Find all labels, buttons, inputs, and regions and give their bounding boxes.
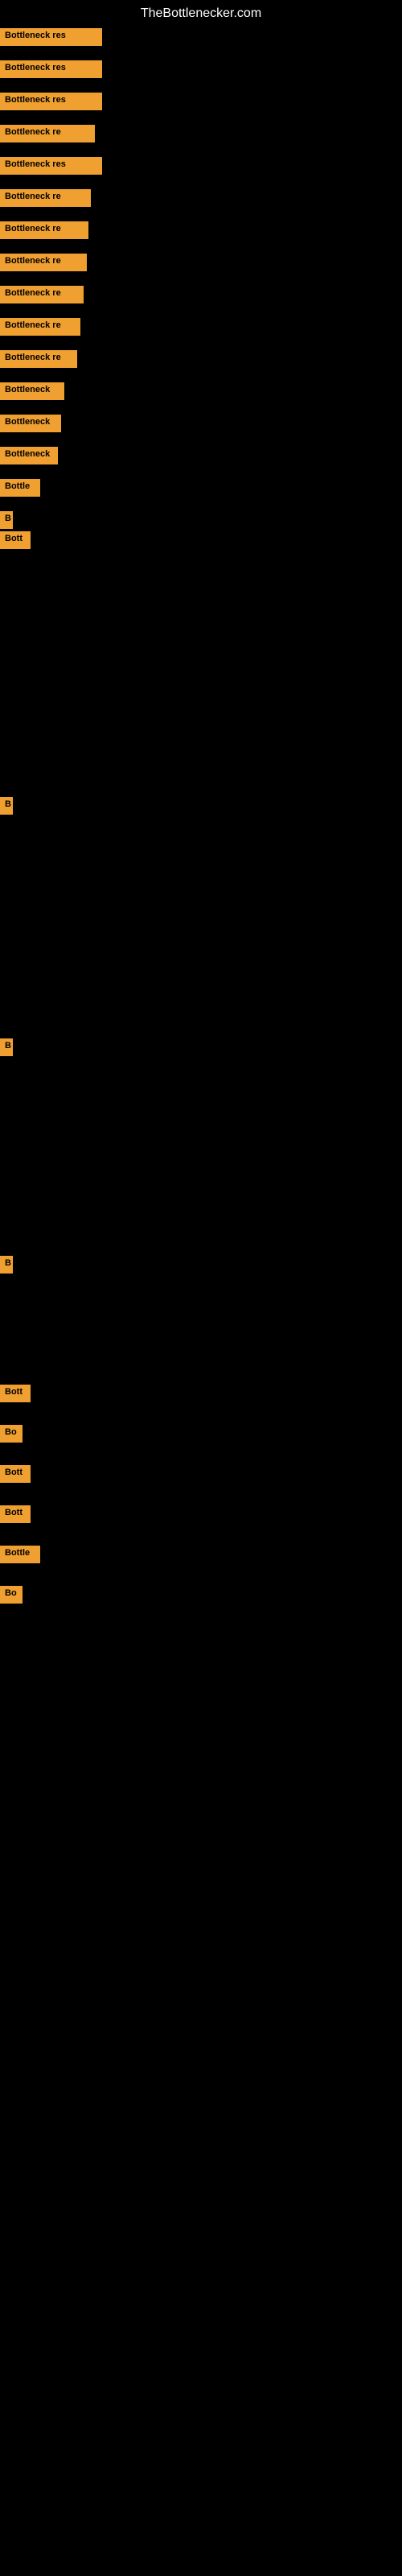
bottleneck-badge-25: Bottle (0, 1546, 40, 1563)
bottleneck-badge-21: Bott (0, 1385, 31, 1402)
bottleneck-badge-22: Bo (0, 1425, 23, 1443)
bottleneck-badge-13: Bottleneck (0, 415, 61, 432)
bottleneck-badge-18: B (0, 797, 13, 815)
bottleneck-badge-23: Bott (0, 1465, 31, 1483)
bottleneck-badge-10: Bottleneck re (0, 318, 80, 336)
bottleneck-badge-5: Bottleneck res (0, 157, 102, 175)
bottleneck-badge-24: Bott (0, 1505, 31, 1523)
bottleneck-badge-17: Bott (0, 531, 31, 549)
bottleneck-badge-2: Bottleneck res (0, 60, 102, 78)
bottleneck-badge-6: Bottleneck re (0, 189, 91, 207)
bottleneck-badge-1: Bottleneck res (0, 28, 102, 46)
bottleneck-badge-16: B (0, 511, 13, 529)
bottleneck-badge-14: Bottleneck (0, 447, 58, 464)
bottleneck-badge-26: Bo (0, 1586, 23, 1604)
site-title: TheBottlenecker.com (0, 0, 402, 27)
bottleneck-badge-12: Bottleneck (0, 382, 64, 400)
bottleneck-badge-3: Bottleneck res (0, 93, 102, 110)
bottleneck-badge-11: Bottleneck re (0, 350, 77, 368)
bottleneck-badge-20: B (0, 1256, 13, 1274)
bottleneck-badge-8: Bottleneck re (0, 254, 87, 271)
bottleneck-badge-7: Bottleneck re (0, 221, 88, 239)
bottleneck-badge-4: Bottleneck re (0, 125, 95, 142)
bottleneck-badge-9: Bottleneck re (0, 286, 84, 303)
bottleneck-badge-15: Bottle (0, 479, 40, 497)
bottleneck-badge-19: B (0, 1038, 13, 1056)
